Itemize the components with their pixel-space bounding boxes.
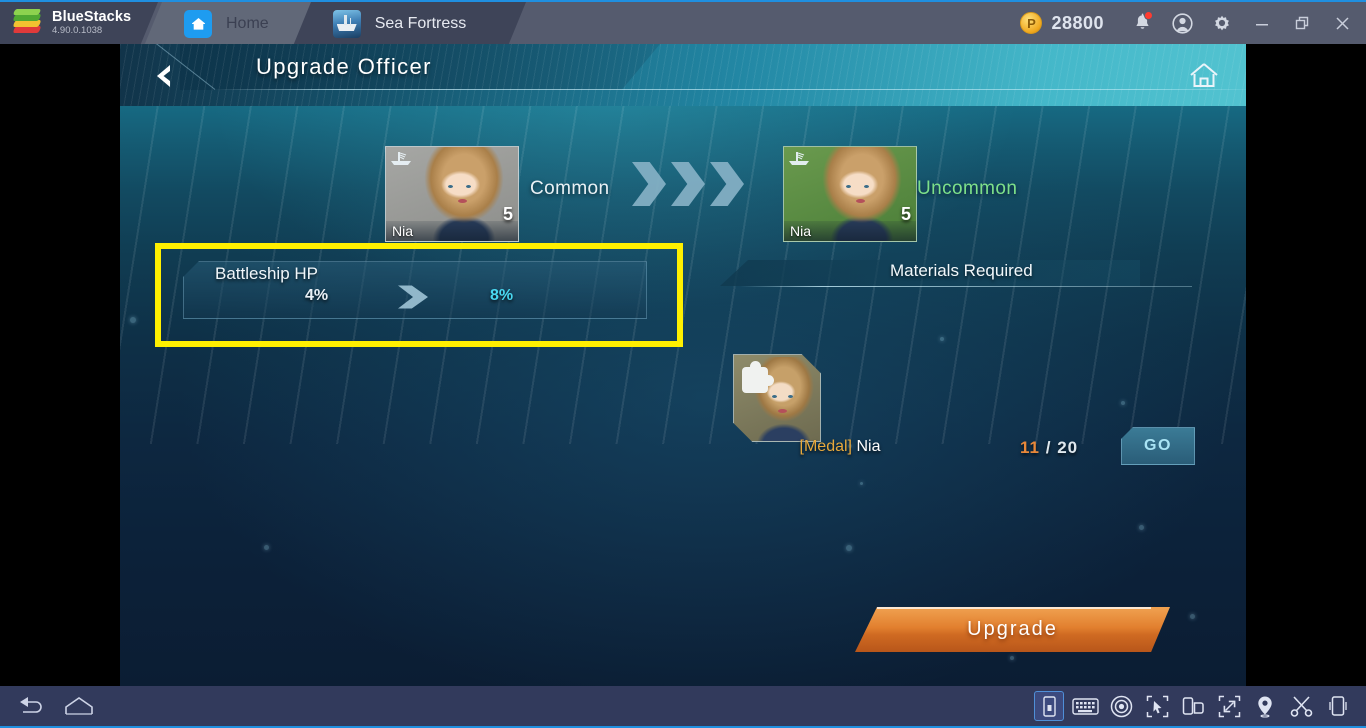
tab-sea-fortress-label: Sea Fortress [374, 15, 467, 32]
page-title: Upgrade Officer [256, 54, 432, 79]
officer-card-before[interactable]: 5 Nia [385, 146, 519, 242]
officer-level-after: 5 [900, 204, 911, 224]
home-icon[interactable] [1184, 56, 1224, 94]
bubble [860, 482, 863, 485]
android-home-button[interactable] [64, 691, 94, 721]
material-bracket: [Medal] [799, 438, 852, 455]
go-button-label: GO [1144, 437, 1172, 454]
titlebar-controls: P 28800 [1020, 2, 1366, 44]
fullscreen-button[interactable] [1214, 691, 1244, 721]
game-viewport: Upgrade Officer 5 Nia Common 5 Nia Uncom… [0, 44, 1366, 686]
screenshot-button[interactable] [1286, 691, 1316, 721]
material-owned: 11 [1020, 438, 1040, 457]
sea-fortress-game-screen: Upgrade Officer 5 Nia Common 5 Nia Uncom… [120, 44, 1246, 686]
stat-current-value: 4% [305, 287, 329, 304]
bubble [1190, 614, 1195, 619]
rarity-label-before: Common [530, 178, 610, 199]
officer-name-after: Nia [790, 223, 812, 239]
go-button[interactable]: GO [1121, 427, 1195, 465]
material-count: 11 / 20 [1020, 438, 1078, 458]
close-icon[interactable] [1322, 1, 1362, 45]
sea-fortress-app-icon [332, 10, 361, 38]
tab-strip: Home Sea Fortress [144, 2, 526, 46]
medal-nia-icon[interactable] [733, 354, 821, 442]
location-button[interactable] [1250, 691, 1280, 721]
bluestacks-titlebar: BlueStacks 4.90.0.1038 Home Sea Fortress… [0, 0, 1366, 46]
material-required: 20 [1057, 438, 1079, 457]
tab-sea-fortress[interactable]: Sea Fortress [292, 2, 526, 46]
home-app-icon [184, 10, 212, 38]
bubble [264, 545, 269, 550]
officer-card-after[interactable]: 5 Nia [783, 146, 917, 242]
tab-home[interactable]: Home [144, 2, 329, 46]
puzzle-piece-icon [742, 361, 774, 393]
shake-device-button[interactable] [1322, 691, 1352, 721]
install-apk-button[interactable] [1034, 691, 1064, 721]
macro-recorder-button[interactable] [1106, 691, 1136, 721]
officer-name-before: Nia [392, 223, 414, 239]
brand-version: 4.90.0.1038 [52, 25, 103, 37]
keyboard-controls-button[interactable] [1070, 691, 1100, 721]
restore-icon[interactable] [1282, 1, 1322, 45]
bluestacks-bottombar [0, 686, 1366, 728]
material-name: Nia [856, 438, 881, 455]
account-avatar-icon[interactable] [1162, 1, 1202, 45]
header-underline [210, 89, 1246, 90]
double-chevron-right-icon [632, 162, 744, 206]
points-coin-icon: P [1020, 12, 1043, 34]
upgrade-button-label: Upgrade [967, 618, 1058, 640]
battleship-icon [391, 152, 411, 165]
multi-instance-sync-button[interactable] [1142, 691, 1172, 721]
brand-name: BlueStacks [52, 8, 132, 25]
bubble [1139, 525, 1144, 530]
bubble [1121, 401, 1125, 405]
bluestacks-brand: BlueStacks 4.90.0.1038 [0, 2, 158, 46]
bubble [846, 545, 852, 551]
bubble [130, 317, 136, 323]
bubble [940, 337, 944, 341]
bubble [1010, 656, 1014, 660]
bell-icon[interactable] [1122, 1, 1162, 45]
stat-next-value: 8% [490, 287, 514, 304]
materials-title: Materials Required [890, 261, 1033, 280]
rotate-screen-button[interactable] [1178, 691, 1208, 721]
officer-level-before: 5 [502, 204, 513, 224]
upgrade-button[interactable]: Upgrade [855, 607, 1170, 652]
android-back-button[interactable] [16, 691, 46, 721]
stat-name: Battleship HP [215, 264, 318, 283]
material-label: [Medal] Nia [725, 438, 955, 456]
minimize-icon[interactable] [1242, 1, 1282, 45]
battleship-icon [789, 152, 809, 165]
material-separator: / [1045, 438, 1052, 457]
gear-icon[interactable] [1202, 1, 1242, 45]
back-chevron-icon[interactable] [142, 56, 186, 96]
materials-header: Materials Required [720, 260, 1192, 294]
points-value: 28800 [1051, 12, 1104, 33]
notification-badge [1144, 11, 1153, 20]
rarity-label-after: Uncommon [917, 178, 1018, 199]
tab-home-label: Home [226, 15, 269, 32]
bluestacks-logo [12, 9, 42, 35]
